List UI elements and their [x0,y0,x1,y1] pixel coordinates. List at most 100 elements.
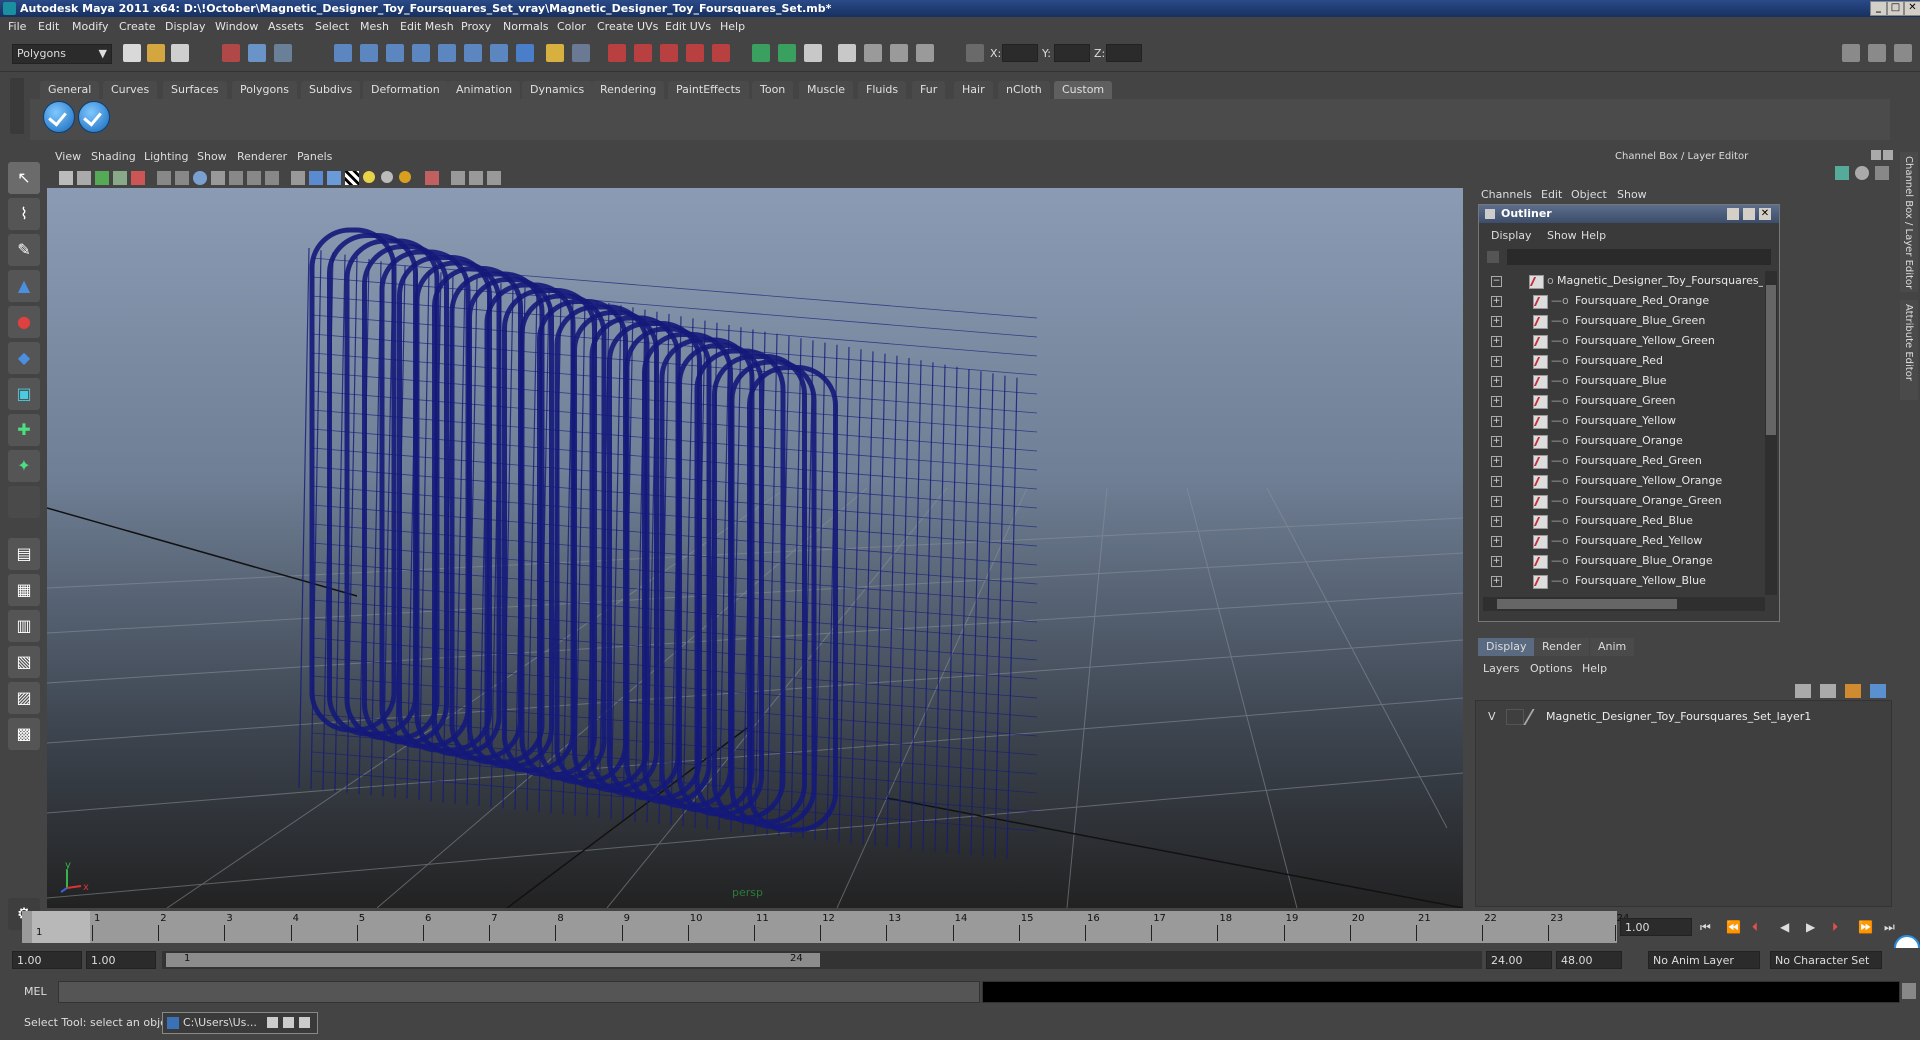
smooth-shade-icon[interactable] [211,171,225,185]
step-back-key-icon[interactable]: ⏪ [1726,920,1741,934]
graph-editor-layout-icon[interactable]: ▩ [8,718,40,750]
menu-file[interactable]: File [8,20,26,33]
layer-visibility-toggle[interactable]: V [1488,710,1496,723]
play-backward-icon[interactable]: ◀ [1780,920,1789,934]
move-layer-down-icon[interactable] [1870,684,1886,698]
expand-icon[interactable]: + [1491,336,1502,347]
lock-icon[interactable] [546,44,564,62]
shelf-tab-hair[interactable]: Hair [954,81,993,99]
script-editor-icon[interactable] [1902,983,1916,999]
graph-persp-layout-icon[interactable]: ▧ [8,646,40,678]
menu-proxy[interactable]: Proxy [461,20,491,33]
viewport-menu-shading[interactable]: Shading [91,150,136,163]
shaded-cube-icon[interactable] [309,171,323,185]
light-icon[interactable] [363,171,375,183]
hypershade-icon[interactable] [712,44,730,62]
hide-ui-icon[interactable] [778,44,796,62]
layer-tab-render[interactable]: Render [1534,638,1590,656]
expand-icon[interactable]: + [1491,296,1502,307]
menu-edit[interactable]: Edit [38,20,59,33]
input-ops-icon[interactable] [572,44,590,62]
expand-icon[interactable]: + [1491,356,1502,367]
expand-icon[interactable]: + [1491,396,1502,407]
expand-icon[interactable]: + [1491,476,1502,487]
step-forward-frame-icon[interactable]: ⏵ [1832,920,1838,935]
camera-select-icon[interactable] [59,171,73,185]
toggle-attribute-editor-icon[interactable] [1842,44,1860,62]
snap-point-icon[interactable] [386,44,404,62]
select-component-icon[interactable] [274,44,292,62]
menu-window[interactable]: Window [215,20,258,33]
image-plane-icon[interactable] [113,171,127,185]
expand-icon[interactable]: + [1491,376,1502,387]
textured-cube-icon[interactable] [327,171,341,185]
menu-assets[interactable]: Assets [268,20,304,33]
close-window-button[interactable] [299,1017,310,1028]
checker-icon[interactable] [345,171,359,185]
minimized-window-tab[interactable]: C:\Users\Us... [162,1012,318,1034]
menu-mesh[interactable]: Mesh [360,20,389,33]
outliner-icon[interactable] [916,44,934,62]
playback-end-field[interactable]: 24.00 [1486,951,1552,969]
step-forward-key-icon[interactable]: ⏩ [1858,920,1873,934]
render-frame-icon[interactable] [634,44,652,62]
time-slider[interactable]: 1 12345678910111213141516171819202122232… [22,911,1629,943]
shelf-tab-custom[interactable]: Custom [1054,81,1113,99]
all-lights-icon[interactable] [399,171,411,183]
shelf-tab-toon[interactable]: Toon [752,81,794,99]
ipr-render-icon[interactable] [660,44,678,62]
snap-curve-icon[interactable] [360,44,378,62]
animation-end-field[interactable]: 48.00 [1556,951,1622,969]
close-panel-icon[interactable] [1883,150,1893,160]
toggle-tool-settings-icon[interactable] [1894,44,1912,62]
restore-window-button[interactable] [267,1017,278,1028]
outliner-scroll-thumb[interactable] [1766,285,1776,435]
outliner-close-button[interactable]: ✕ [1759,208,1771,220]
paint-select-tool-icon[interactable]: ✎ [8,234,40,266]
command-language-label[interactable]: MEL [24,985,47,998]
layer-color-swatch[interactable] [1523,709,1535,725]
anim-layer-dropdown[interactable]: No Anim Layer [1648,951,1760,969]
collapse-icon[interactable]: − [1491,276,1502,287]
single-pane-layout-icon[interactable]: ▤ [8,538,40,570]
wire-on-shaded-icon[interactable] [229,171,243,185]
side-tab-channel-box[interactable]: Channel Box / Layer Editor [1900,152,1918,292]
isolate-icon[interactable] [425,171,439,185]
y-field[interactable] [1054,44,1090,62]
snap-plane-icon[interactable] [412,44,430,62]
maximize-button[interactable]: □ [1887,1,1904,16]
move-tool-icon[interactable]: ▲ [8,270,40,302]
soft-mod-tool-icon[interactable]: ✚ [8,414,40,446]
camera-attr-icon[interactable] [77,171,91,185]
channel-menu-edit[interactable]: Edit [1541,188,1562,201]
channel-menu-show[interactable]: Show [1617,188,1647,201]
select-tool-icon[interactable]: ↖ [8,162,40,194]
outliner-menu-display[interactable]: Display [1491,229,1532,242]
grid-icon[interactable] [157,171,171,185]
lasso-tool-icon[interactable]: ⌇ [8,198,40,230]
shelf-tab-fluids[interactable]: Fluids [858,81,907,99]
expand-icon[interactable]: + [1491,436,1502,447]
textured-icon[interactable] [265,171,279,185]
outliner-menu-show[interactable]: Show [1547,229,1577,242]
side-tab-attribute-editor[interactable]: Attribute Editor [1900,300,1918,400]
layer-row[interactable]: V Magnetic_Designer_Toy_Foursquares_Set_… [1476,707,1891,727]
outliner-filter-icon[interactable] [1487,251,1499,263]
command-input[interactable] [58,981,980,1003]
bookmark-icon[interactable] [95,171,109,185]
shelf-tab-ncloth[interactable]: nCloth [998,81,1050,99]
outliner-vertical-scrollbar[interactable] [1765,271,1777,595]
checkmark-shelf-icon-2[interactable] [78,101,110,133]
shelf-tab-dynamics[interactable]: Dynamics [522,81,593,99]
snap-live-icon[interactable] [438,44,456,62]
current-time-field[interactable]: 1.00 [1620,918,1692,936]
last-tool-icon[interactable] [8,486,40,518]
layer-tab-anim[interactable]: Anim [1590,638,1635,656]
shelf-tab-painteffects[interactable]: PaintEffects [668,81,749,99]
animation-start-field[interactable]: 1.00 [12,951,82,969]
channel-box-icon[interactable] [864,44,882,62]
go-to-end-icon[interactable]: ⏭ [1884,920,1895,935]
layer-editor-icon[interactable] [890,44,908,62]
menu-color[interactable]: Color [557,20,586,33]
z-field[interactable] [1106,44,1142,62]
